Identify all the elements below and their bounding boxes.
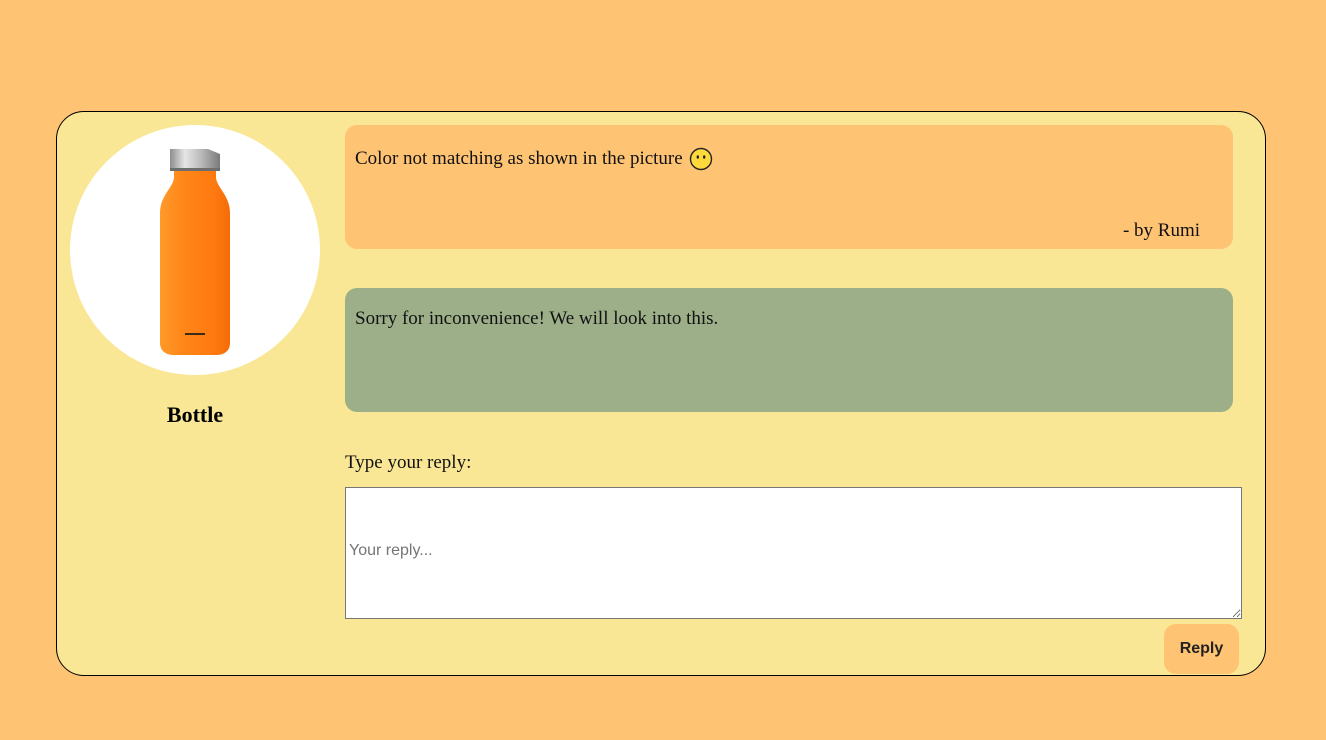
reply-label: Type your reply: — [345, 452, 472, 473]
reply-input[interactable] — [345, 487, 1242, 619]
seller-response: Sorry for inconvenience! We will look in… — [345, 288, 1233, 412]
bottle-icon — [160, 149, 230, 355]
review-message: Color not matching as shown in the pictu… — [355, 147, 713, 171]
reply-button[interactable]: Reply — [1164, 624, 1239, 674]
neutral-face-emoji-icon — [689, 147, 713, 171]
review-text: Color not matching as shown in the pictu… — [355, 148, 683, 169]
product-name: Bottle — [166, 402, 224, 427]
customer-review: Color not matching as shown in the pictu… — [345, 125, 1233, 249]
review-card: Bottle Color not matching as shown in th… — [56, 111, 1266, 676]
review-author: - by Rumi — [1122, 220, 1200, 241]
response-text: Sorry for inconvenience! We will look in… — [355, 308, 719, 329]
product-image — [70, 125, 320, 375]
